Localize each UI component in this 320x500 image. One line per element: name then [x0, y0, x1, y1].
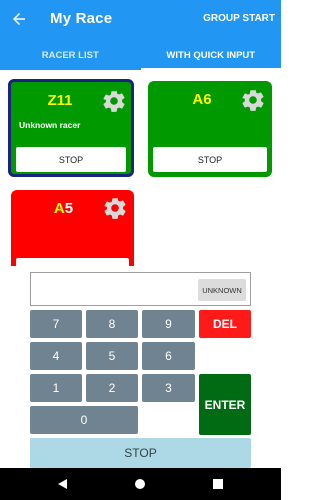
racer-stop-button[interactable]: STOP	[153, 147, 267, 172]
key-9[interactable]: 9	[142, 310, 195, 338]
racer-subtitle: Unknown racer	[19, 120, 81, 130]
bib-number: 11	[56, 92, 73, 109]
key-4[interactable]: 4	[30, 342, 82, 370]
system-nav-bar	[0, 468, 281, 500]
racer-stop-button[interactable]: STOP	[16, 147, 126, 172]
unknown-button[interactable]: UNKNOWN	[198, 279, 246, 301]
nav-home-icon[interactable]	[132, 476, 148, 492]
racer-card[interactable]: A6 STOP	[148, 81, 272, 177]
nav-back-icon[interactable]	[54, 476, 70, 492]
tab-bar: RACER LIST WITH QUICK INPUT	[0, 40, 281, 70]
bib-prefix: A	[53, 200, 65, 217]
page-title: My Race	[50, 10, 113, 27]
bib-prefix: Z	[47, 92, 57, 109]
enter-button[interactable]: ENTER	[199, 374, 251, 435]
app-bar: My Race GROUP START	[0, 0, 281, 40]
stop-button[interactable]: STOP	[30, 438, 251, 468]
gear-icon[interactable]	[240, 87, 266, 113]
group-start-button[interactable]: GROUP START	[203, 13, 275, 24]
racer-stop-button[interactable]	[16, 258, 129, 266]
bib-prefix: A	[192, 91, 204, 108]
key-1[interactable]: 1	[30, 374, 82, 402]
bib-input-display[interactable]: UNKNOWN	[30, 272, 251, 306]
back-arrow-icon[interactable]	[8, 8, 30, 30]
key-8[interactable]: 8	[86, 310, 138, 338]
bib-number: 6	[203, 91, 212, 108]
key-7[interactable]: 7	[30, 310, 82, 338]
key-6[interactable]: 6	[142, 342, 195, 370]
gear-icon[interactable]	[102, 195, 128, 221]
key-0[interactable]: 0	[30, 406, 138, 434]
tab-with-quick-input[interactable]: WITH QUICK INPUT	[140, 40, 282, 70]
key-3[interactable]: 3	[142, 374, 195, 402]
nav-recent-icon[interactable]	[210, 476, 226, 492]
key-2[interactable]: 2	[86, 374, 138, 402]
bib-number: 5	[64, 200, 74, 217]
delete-button[interactable]: DEL	[199, 310, 251, 338]
racer-card[interactable]: A5	[11, 190, 134, 266]
gear-icon[interactable]	[101, 88, 127, 114]
key-5[interactable]: 5	[86, 342, 138, 370]
racer-card[interactable]: Z11 Unknown racer STOP	[8, 79, 134, 177]
tab-racer-list[interactable]: RACER LIST	[0, 40, 141, 70]
